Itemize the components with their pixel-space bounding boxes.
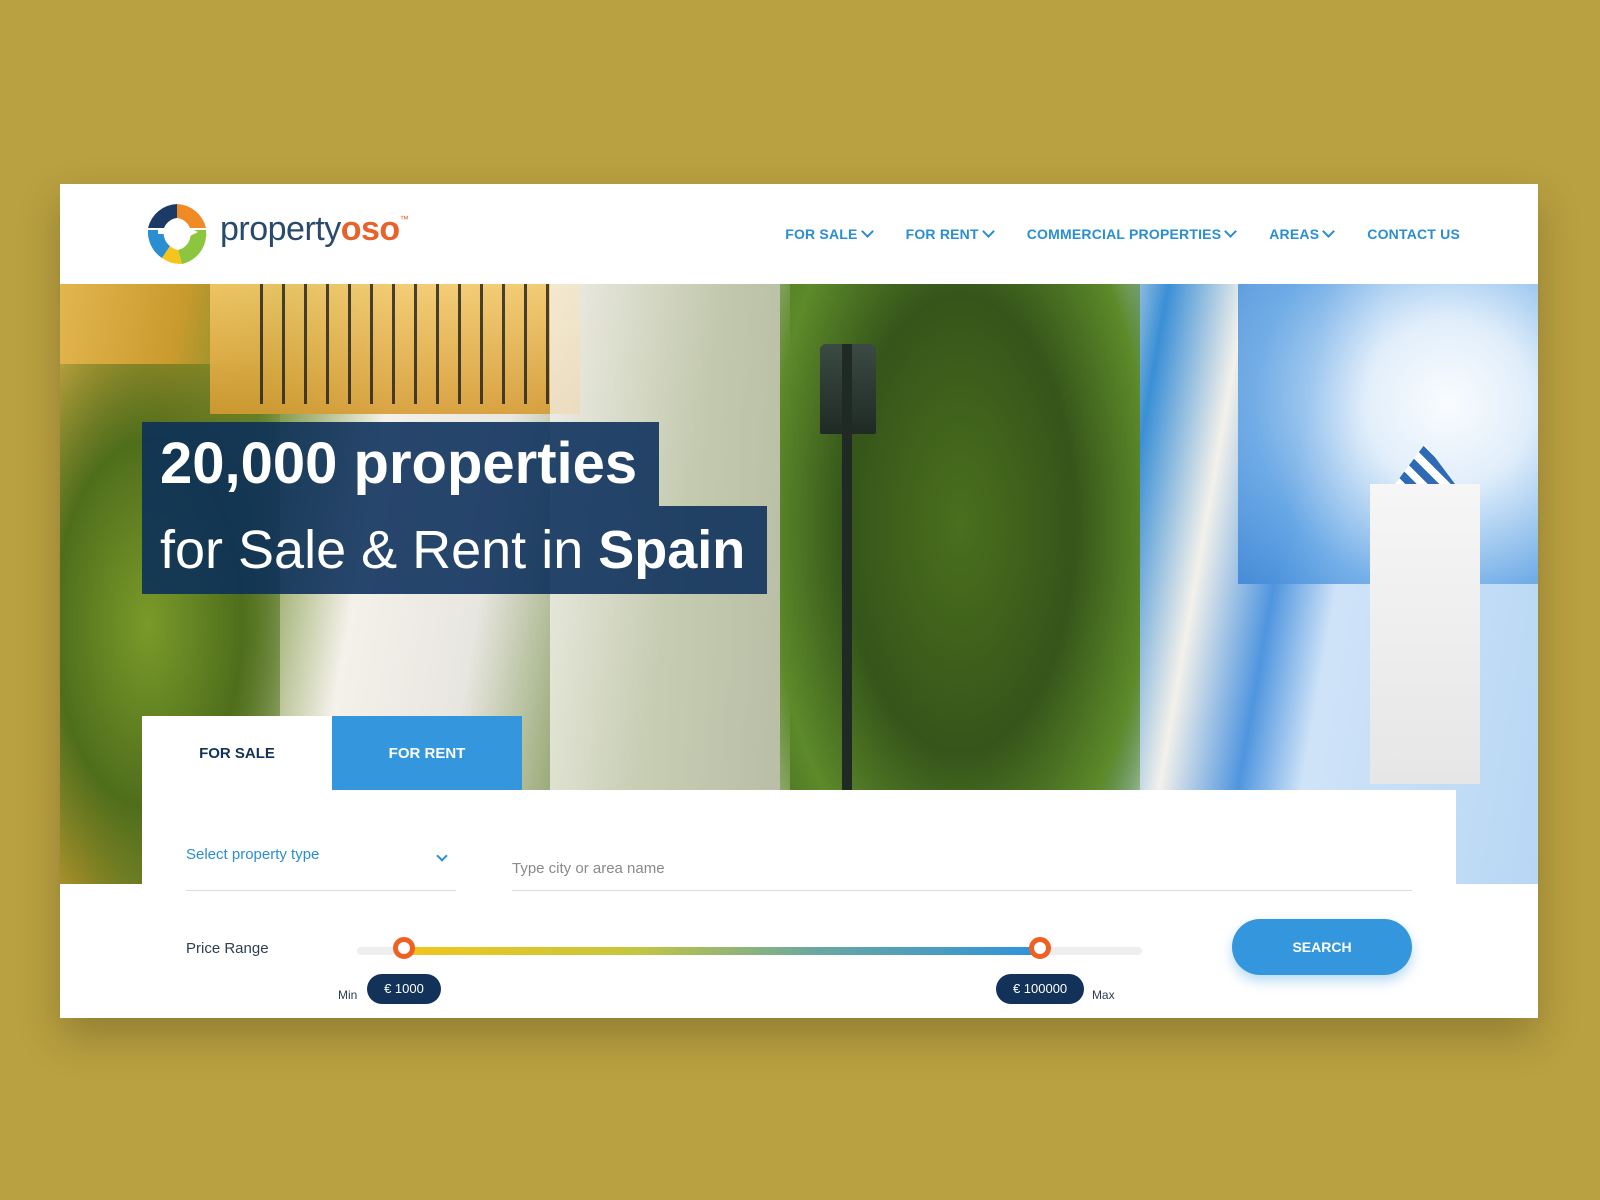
site-header: propertyoso™ FOR SALE FOR RENT COMMERCIA… bbox=[60, 184, 1538, 284]
website-frame: propertyoso™ FOR SALE FOR RENT COMMERCIA… bbox=[60, 184, 1538, 1018]
trademark: ™ bbox=[399, 214, 409, 224]
nav-label: FOR SALE bbox=[785, 226, 858, 242]
nav-contact-us[interactable]: CONTACT US bbox=[1367, 226, 1460, 242]
nav-label: FOR RENT bbox=[905, 226, 979, 242]
price-range-fill bbox=[404, 947, 1040, 955]
city-search-input[interactable] bbox=[512, 846, 1412, 891]
search-panel: Select property type Price Range Min € 1… bbox=[142, 790, 1456, 1018]
property-type-placeholder: Select property type bbox=[186, 846, 320, 863]
hero-headline-line1: 20,000 properties bbox=[142, 422, 660, 506]
brand-prefix: property bbox=[220, 210, 341, 248]
propertyoso-logo-icon[interactable] bbox=[142, 200, 212, 270]
hero-headline-line2: for Sale & Rent in Spain bbox=[142, 506, 768, 594]
nav-commercial-properties[interactable]: COMMERCIAL PROPERTIES bbox=[1026, 224, 1238, 242]
chevron-down-icon bbox=[860, 224, 874, 238]
chevron-down-icon bbox=[1224, 224, 1238, 238]
chevron-down-icon bbox=[436, 850, 448, 862]
main-nav: FOR SALE FOR RENT COMMERCIAL PROPERTIES … bbox=[785, 224, 1460, 242]
nav-label: COMMERCIAL PROPERTIES bbox=[1026, 226, 1222, 242]
hero-balcony-railing bbox=[260, 284, 560, 404]
nav-for-rent[interactable]: FOR RENT bbox=[905, 224, 995, 242]
nav-for-sale[interactable]: FOR SALE bbox=[785, 224, 874, 242]
max-price-value: € 100000 bbox=[995, 974, 1085, 1004]
church-tower bbox=[1370, 484, 1480, 784]
brand-suffix: oso bbox=[340, 210, 400, 248]
min-price-value: € 1000 bbox=[367, 974, 441, 1004]
property-type-select[interactable]: Select property type bbox=[186, 846, 456, 891]
price-range-label: Price Range bbox=[186, 940, 269, 957]
headline-country: Spain bbox=[598, 520, 746, 580]
max-price-handle[interactable] bbox=[1028, 937, 1051, 959]
max-label: Max bbox=[1091, 988, 1115, 1002]
chevron-down-icon bbox=[981, 224, 995, 238]
min-label: Min bbox=[338, 988, 358, 1002]
headline-prefix: for Sale & Rent in bbox=[160, 520, 599, 580]
brand-name[interactable]: propertyoso™ bbox=[220, 210, 409, 249]
nav-label: CONTACT US bbox=[1367, 226, 1460, 242]
nav-label: AREAS bbox=[1269, 226, 1320, 242]
search-button[interactable]: SEARCH bbox=[1232, 919, 1412, 975]
min-price-handle[interactable] bbox=[393, 937, 416, 959]
chevron-down-icon bbox=[1322, 224, 1336, 238]
tab-for-rent[interactable]: FOR RENT bbox=[332, 716, 522, 790]
price-range-slider[interactable] bbox=[357, 937, 1142, 959]
nav-areas[interactable]: AREAS bbox=[1269, 224, 1336, 242]
tab-for-sale[interactable]: FOR SALE bbox=[142, 716, 332, 790]
